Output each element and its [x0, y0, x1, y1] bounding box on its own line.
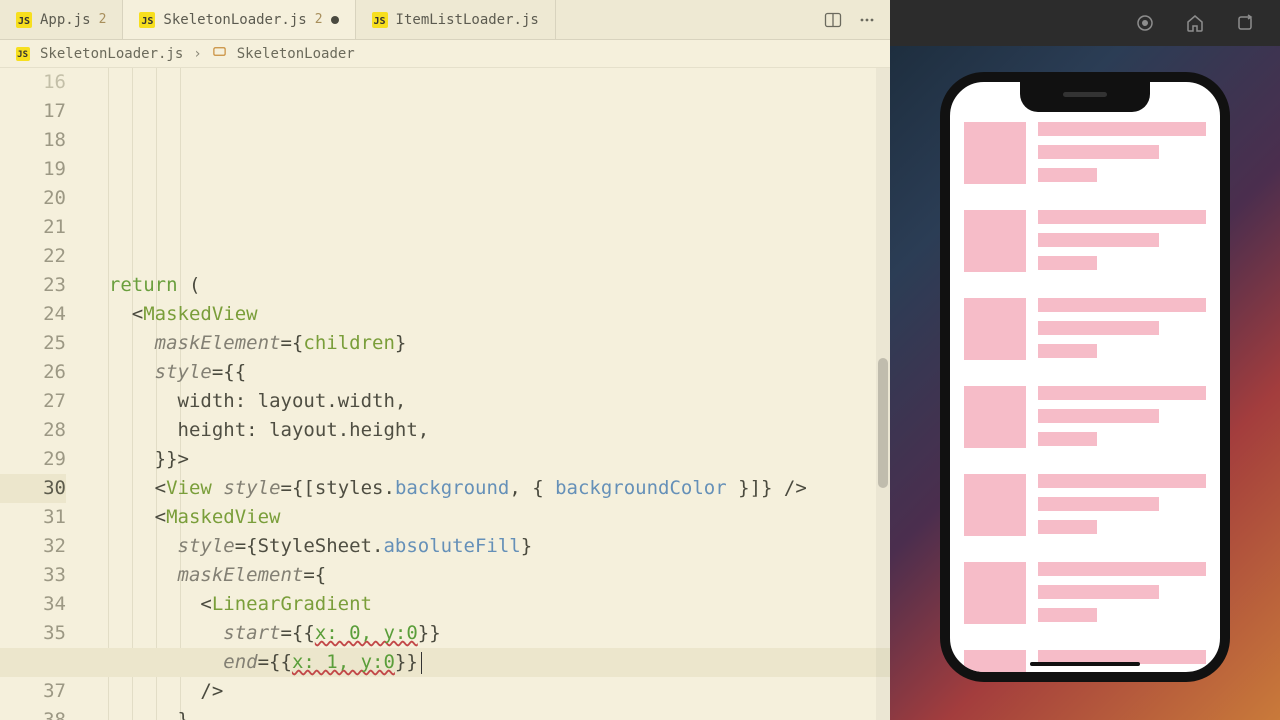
- js-file-icon: JS: [16, 47, 30, 61]
- scrollbar-vertical[interactable]: [876, 68, 890, 720]
- chevron-right-icon: ›: [193, 46, 201, 62]
- skeleton-row: [964, 650, 1206, 672]
- phone-frame: [940, 72, 1230, 682]
- skeleton-row: [964, 122, 1206, 184]
- js-file-icon: JS: [372, 12, 388, 28]
- line-gutter: 1617181920212223242526272829303132333435…: [0, 68, 86, 720]
- tab-skeletonloader-js[interactable]: JS SkeletonLoader.js 2: [123, 0, 355, 39]
- symbol-variable-icon: [212, 44, 227, 63]
- tab-label: App.js: [40, 12, 91, 28]
- rotate-icon[interactable]: [1234, 12, 1256, 34]
- skeleton-row: [964, 562, 1206, 624]
- code-content[interactable]: return ( <MaskedView maskElement={childr…: [86, 68, 890, 720]
- breadcrumb[interactable]: JS SkeletonLoader.js › SkeletonLoader: [0, 40, 890, 68]
- js-file-icon: JS: [16, 12, 32, 28]
- breadcrumb-file: SkeletonLoader.js: [40, 46, 183, 62]
- skeleton-row: [964, 298, 1206, 360]
- skeleton-row: [964, 210, 1206, 272]
- simulator-pane: [890, 0, 1280, 720]
- tab-itemlistloader-js[interactable]: JS ItemListLoader.js: [356, 0, 556, 39]
- js-file-icon: JS: [139, 12, 155, 28]
- split-editor-icon[interactable]: [824, 11, 842, 29]
- screenshot-icon[interactable]: [1134, 12, 1156, 34]
- breadcrumb-symbol: SkeletonLoader: [237, 46, 355, 62]
- tab-badge: 2: [99, 12, 107, 27]
- phone-screen[interactable]: [950, 82, 1220, 672]
- skeleton-row: [964, 386, 1206, 448]
- tab-label: ItemListLoader.js: [396, 12, 539, 28]
- phone-speaker: [1063, 92, 1107, 97]
- tab-bar: JS App.js 2 JS SkeletonLoader.js 2 JS It…: [0, 0, 890, 40]
- tab-app-js[interactable]: JS App.js 2: [0, 0, 123, 39]
- tab-label: SkeletonLoader.js: [163, 12, 306, 28]
- tab-actions: [810, 0, 890, 39]
- more-icon[interactable]: [858, 11, 876, 29]
- phone-notch: [1020, 82, 1150, 112]
- home-indicator: [1030, 662, 1140, 666]
- editor-pane: JS App.js 2 JS SkeletonLoader.js 2 JS It…: [0, 0, 890, 720]
- tab-badge: 2: [315, 12, 323, 27]
- simulator-toolbar: [890, 0, 1280, 46]
- home-icon[interactable]: [1184, 12, 1206, 34]
- scrollbar-thumb[interactable]: [878, 358, 888, 488]
- dirty-indicator-icon: [331, 16, 339, 24]
- code-editor[interactable]: 1617181920212223242526272829303132333435…: [0, 68, 890, 720]
- skeleton-row: [964, 474, 1206, 536]
